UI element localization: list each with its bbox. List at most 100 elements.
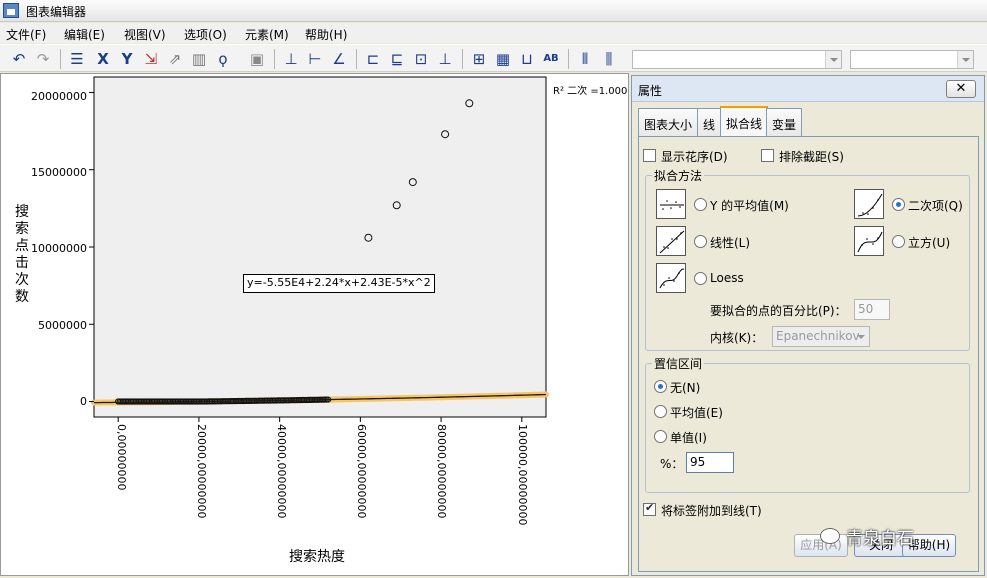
bar-chart-icon[interactable]: ▥ [188, 49, 210, 69]
ci-none-label[interactable]: 无(N) [670, 379, 700, 396]
tab-line[interactable]: 线 [697, 108, 722, 136]
y-axis-title[interactable]: 搜索点击次数 [15, 204, 33, 306]
ci-percent-input[interactable]: 95 [686, 452, 734, 473]
ci-percent-label: %： [660, 457, 684, 471]
attach-label-checkbox[interactable] [643, 501, 656, 516]
cubic-method-label[interactable]: 立方(U) [908, 234, 950, 251]
menu-edit[interactable]: 编辑(E) [64, 26, 105, 43]
chevron-down-icon[interactable] [957, 51, 973, 68]
data-label-icon[interactable]: ⊔ [516, 49, 538, 69]
y-tick-label: 0 [80, 395, 87, 408]
r2-label[interactable]: R² 二次 =1.000 [553, 82, 627, 97]
legend-icon[interactable]: ⊑ [386, 49, 408, 69]
fit-line-subgroup-icon[interactable]: ⊢ [304, 49, 326, 69]
fit-method-group: 拟合方法 Y 的平均值(M) 线性(L) Loess 二次项(Q) 立方(U) … [645, 167, 970, 351]
linear-method-label[interactable]: 线性(L) [710, 234, 750, 251]
x-tick-label: 20000,00000000 [195, 424, 208, 519]
ci-none-radio[interactable] [654, 380, 667, 393]
show-rug-label[interactable]: 显示花序(D) [661, 148, 728, 165]
transpose-icon[interactable]: ⇗ [164, 49, 186, 69]
data-label-mode-icon[interactable]: AB [540, 49, 562, 69]
interpolation-line-icon[interactable]: ∠ [328, 49, 350, 69]
mean-fit-thumbnail-icon[interactable] [656, 189, 686, 219]
loess-method-radio[interactable] [694, 272, 707, 285]
loess-fit-thumbnail-icon[interactable] [656, 263, 686, 293]
x-tick-label: 40000,00000000 [275, 424, 288, 519]
size-combo[interactable] [850, 50, 974, 69]
panel-title-bar: 属性 ✕ [632, 76, 984, 102]
toolbar-separator [356, 49, 357, 69]
line-icon[interactable]: ⫼ [598, 49, 620, 69]
table-icon[interactable]: ▦ [492, 49, 514, 69]
image-icon[interactable]: ▣ [246, 49, 268, 69]
properties-panel: 属性 ✕ 图表大小 线 拟合线 变量 显示花序(D) 排除截距(S) 拟合方法 … [631, 75, 985, 576]
tab-variables[interactable]: 变量 [766, 108, 803, 136]
chart-canvas[interactable]: R² 二次 =1.000 y=-5.55E4+2.24*x+2.43E-5*x^… [0, 73, 629, 576]
toolbar-separator [60, 49, 61, 69]
toolbar-separator [462, 49, 463, 69]
show-rug-checkbox[interactable] [643, 149, 656, 162]
cubic-fit-thumbnail-icon[interactable] [854, 226, 884, 256]
quadratic-fit-thumbnail-icon[interactable] [854, 189, 884, 219]
scale-icon[interactable]: ⇲ [140, 49, 162, 69]
exclude-intercept-checkbox[interactable] [761, 149, 774, 162]
quadratic-method-label[interactable]: 二次项(Q) [908, 197, 963, 214]
toolbar-separator [274, 49, 275, 69]
ci-mean-radio[interactable] [654, 405, 667, 418]
quadratic-method-radio[interactable] [892, 198, 905, 211]
confidence-interval-group: 置信区间 无(N) 平均值(E) 单值(I) %： 95 [645, 355, 970, 493]
mean-method-radio[interactable] [694, 198, 707, 211]
ci-individual-label[interactable]: 单值(I) [670, 429, 707, 446]
title-icon[interactable]: ⊏ [362, 49, 384, 69]
x-axis-title[interactable]: 搜索热度 [289, 546, 345, 566]
ci-mean-label[interactable]: 平均值(E) [670, 404, 723, 421]
panel-title: 属性 [638, 84, 663, 98]
close-icon[interactable]: ✕ [946, 80, 976, 98]
tab-chart-size[interactable]: 图表大小 [638, 108, 699, 136]
title-bar: 图表编辑器 [0, 0, 987, 22]
percent-input[interactable]: 50 [854, 299, 890, 320]
x-axis-icon[interactable]: X [92, 49, 114, 69]
x-tick-label: 80000,00000000 [435, 424, 448, 519]
x-tick-label: 100000,00000000 [516, 424, 529, 526]
menu-bar: 文件(F) 编辑(E) 视图(V) 选项(O) 元素(M) 帮助(H) [0, 23, 987, 43]
menu-help[interactable]: 帮助(H) [305, 26, 347, 43]
confidence-interval-title: 置信区间 [652, 355, 705, 372]
undo-icon[interactable]: ↶ [8, 49, 30, 69]
tab-fit-line[interactable]: 拟合线 [720, 106, 769, 137]
y-axis-icon[interactable]: Y [116, 49, 138, 69]
equation-label[interactable]: y=-5.55E4+2.24*x+2.43E-5*x^2 [243, 274, 435, 293]
chart-svg [89, 76, 549, 422]
linear-method-radio[interactable] [694, 235, 707, 248]
toolbar-separator [568, 49, 569, 69]
x-tick-label: 60000,00000000 [355, 424, 368, 519]
menu-file[interactable]: 文件(F) [6, 26, 46, 43]
bar-icon[interactable]: ⫴ [574, 49, 596, 69]
textbox-icon[interactable]: ⊡ [410, 49, 432, 69]
chart-editor-app-icon [3, 3, 19, 18]
linear-fit-thumbnail-icon[interactable] [656, 226, 686, 256]
watermark-text: 青泉白石 [846, 529, 914, 549]
properties-icon[interactable]: ☰ [66, 49, 88, 69]
y-tick-label: 20000000 [31, 90, 87, 103]
loess-method-label[interactable]: Loess [710, 271, 744, 285]
y-tick-label: 5000000 [38, 319, 87, 332]
fit-line-total-icon[interactable]: ⊥ [280, 49, 302, 69]
mean-method-label[interactable]: Y 的平均值(M) [710, 197, 789, 214]
fit-line-tab-page: 显示花序(D) 排除截距(S) 拟合方法 Y 的平均值(M) 线性(L) Loe… [638, 136, 979, 572]
menu-elements[interactable]: 元素(M) [245, 26, 289, 43]
footnote-icon[interactable]: ⊥ [434, 49, 456, 69]
lasso-icon[interactable]: ϙ [212, 49, 234, 69]
redo-icon[interactable]: ↷ [32, 49, 54, 69]
ci-individual-radio[interactable] [654, 430, 667, 443]
wechat-icon [820, 528, 840, 544]
attach-label-label[interactable]: 将标签附加到线(T) [661, 502, 762, 519]
kernel-select[interactable]: Epanechnikov [772, 326, 870, 347]
grid-icon[interactable]: ⊞ [468, 49, 490, 69]
exclude-intercept-label[interactable]: 排除截距(S) [779, 148, 844, 165]
font-combo[interactable] [632, 50, 842, 69]
chevron-down-icon[interactable] [825, 51, 841, 68]
menu-options[interactable]: 选项(O) [184, 26, 227, 43]
cubic-method-radio[interactable] [892, 235, 905, 248]
menu-view[interactable]: 视图(V) [124, 26, 166, 43]
